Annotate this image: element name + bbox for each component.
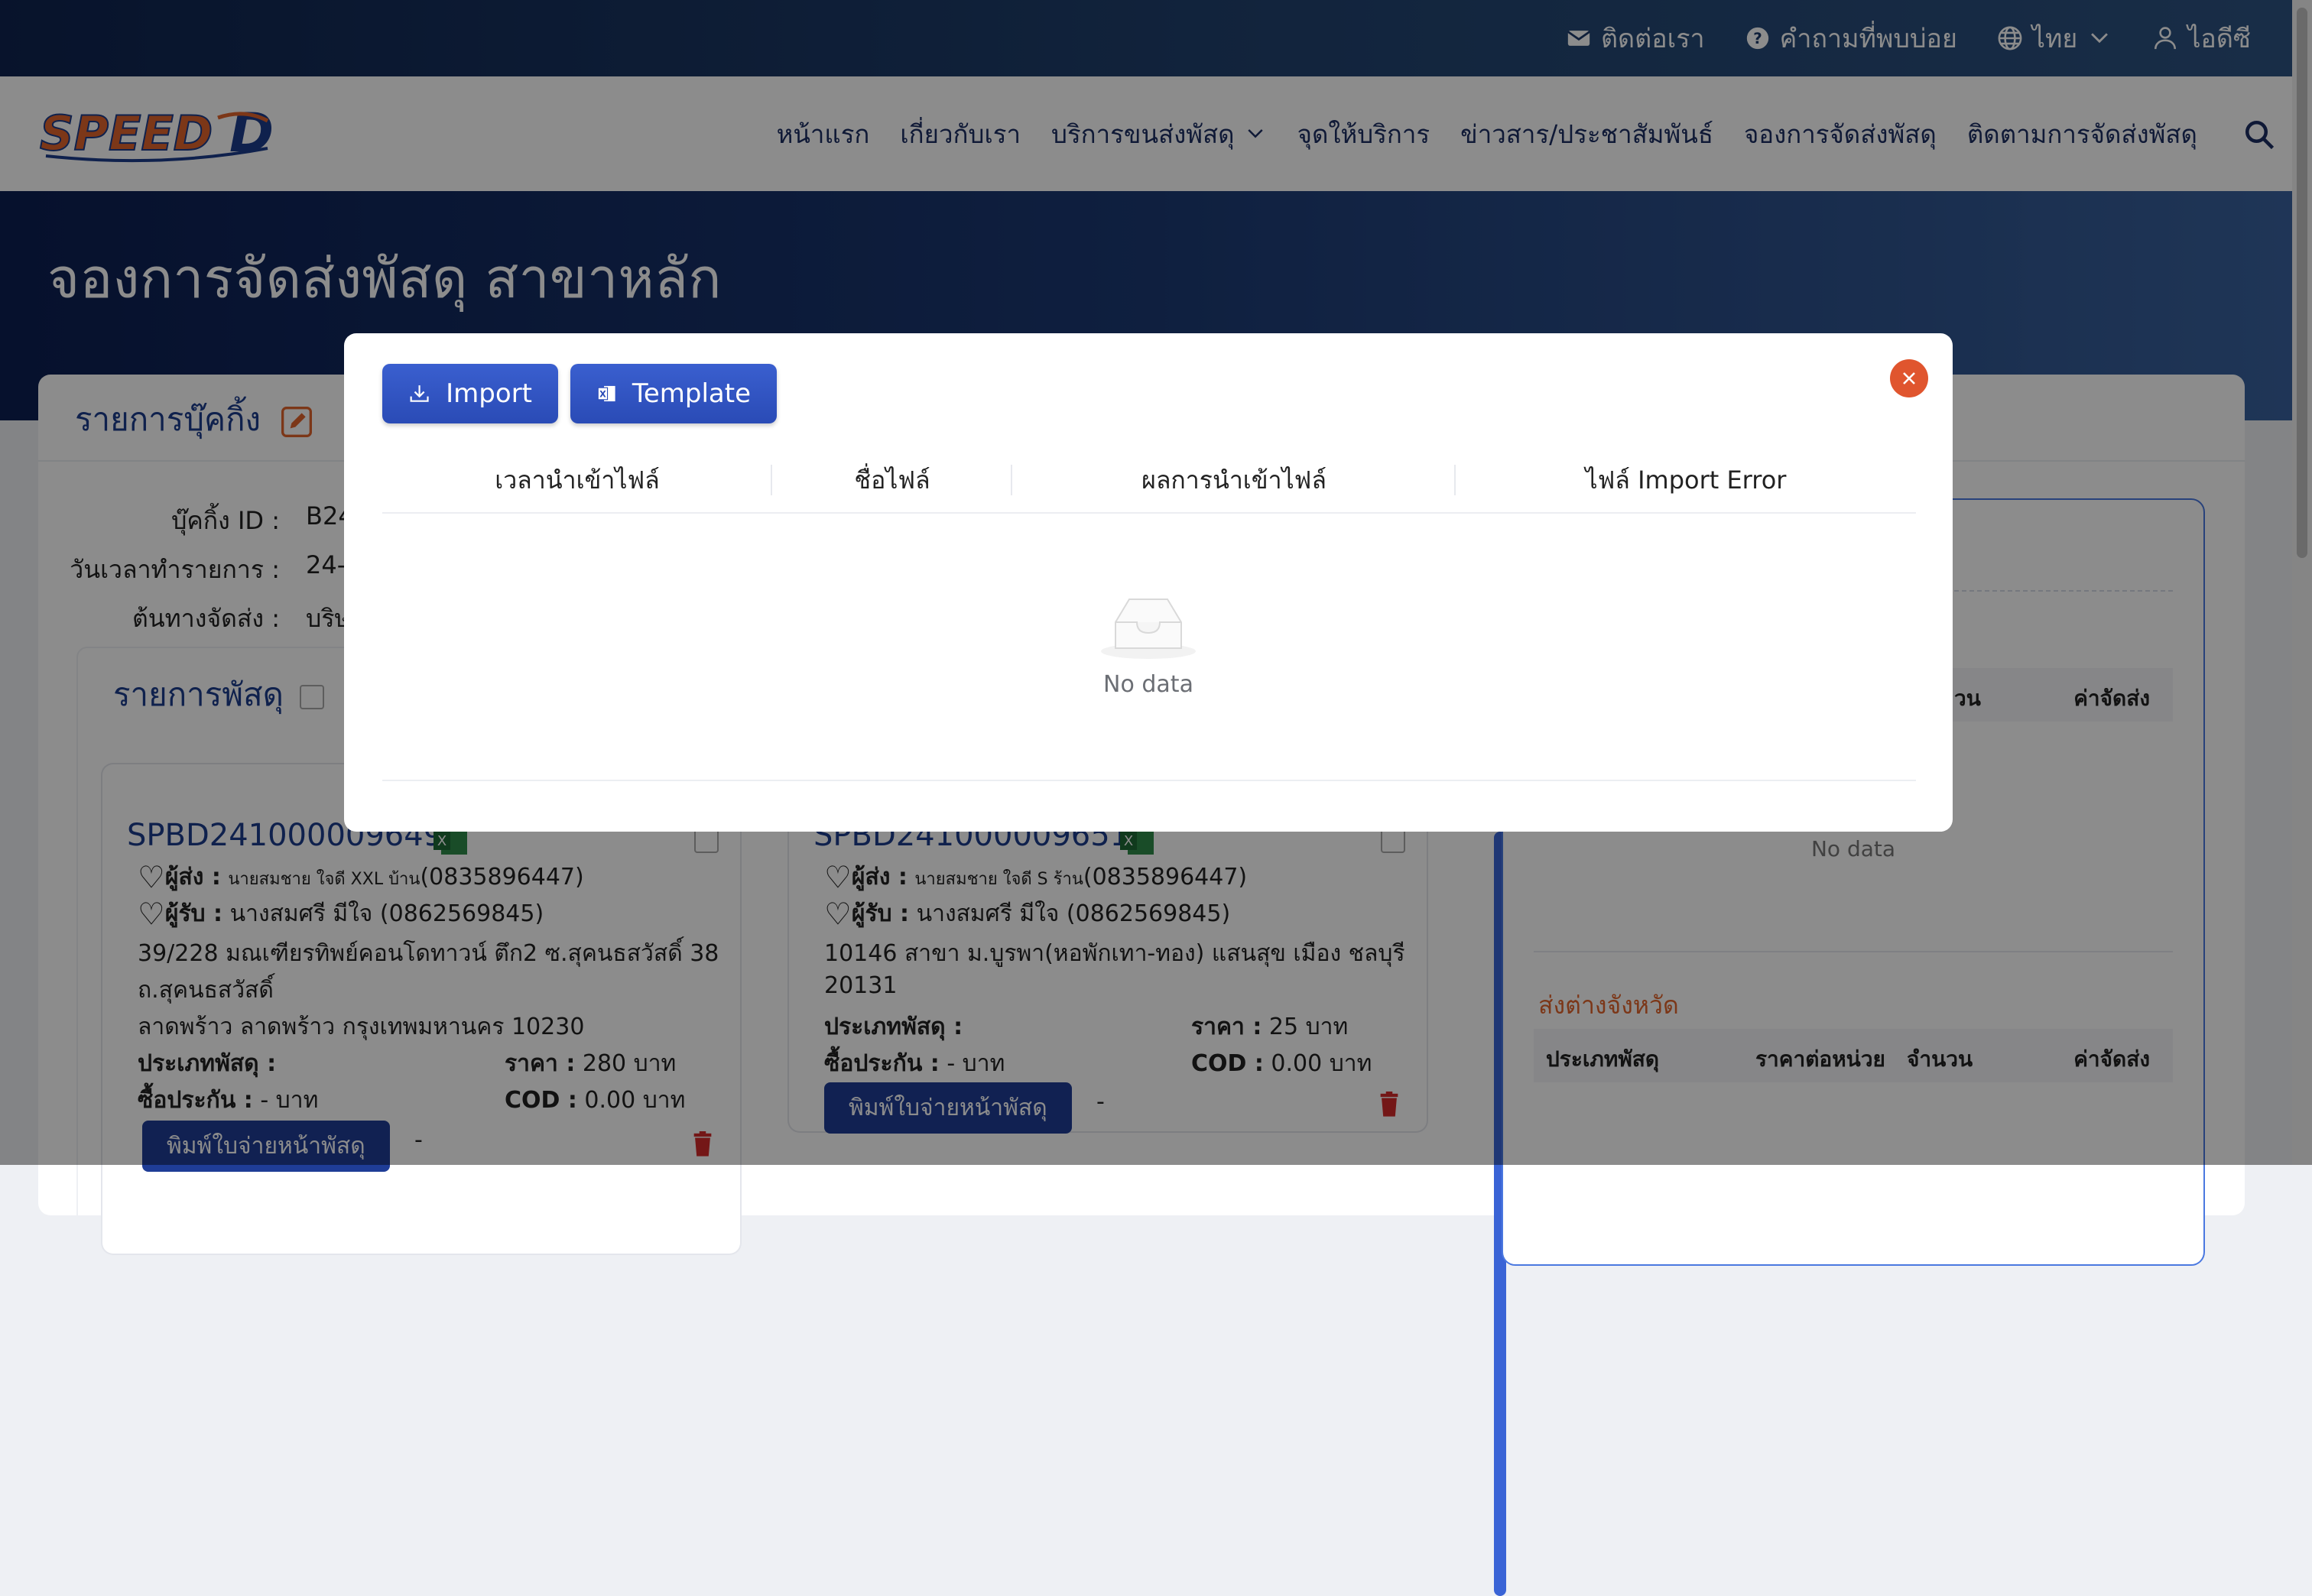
import-label: Import xyxy=(446,378,532,409)
empty-text: No data xyxy=(1103,671,1193,698)
excel-icon: X xyxy=(597,385,615,402)
close-button[interactable] xyxy=(1890,359,1928,397)
col-import-time: เวลานำเข้าไฟล์ xyxy=(382,448,772,512)
template-label: Template xyxy=(632,378,751,409)
empty-state: No data xyxy=(344,593,1953,698)
empty-inbox-icon xyxy=(1101,598,1196,659)
svg-text:X: X xyxy=(599,389,606,399)
import-button[interactable]: Import xyxy=(382,364,558,423)
col-file-name: ชื่อไฟล์ xyxy=(772,448,1012,512)
col-import-result: ผลการนำเข้าไฟล์ xyxy=(1012,448,1456,512)
download-icon xyxy=(410,385,429,402)
template-button[interactable]: X Template xyxy=(570,364,777,423)
import-modal: Import X Template เวลานำเข้าไฟล์ ชื่อไฟล… xyxy=(344,333,1953,832)
col-import-error-file: ไฟล์ Import Error xyxy=(1585,466,1787,495)
import-table-header: เวลานำเข้าไฟล์ ชื่อไฟล์ ผลการนำเข้าไฟล์ … xyxy=(382,448,1916,514)
table-bottom-border xyxy=(382,780,1916,781)
close-icon xyxy=(1903,372,1915,384)
